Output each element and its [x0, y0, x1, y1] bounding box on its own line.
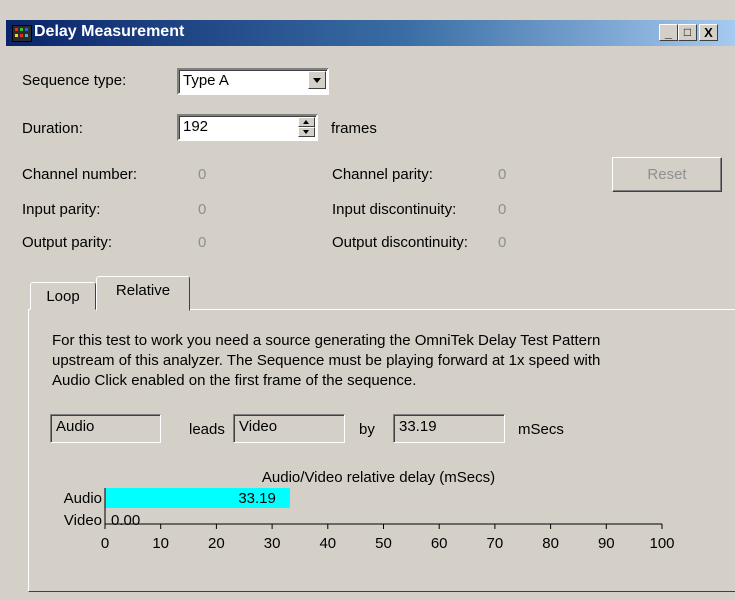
- output-parity-label: Output parity:: [22, 234, 113, 251]
- delay-measurement-window: Delay Measurement _ □ X Sequence type: T…: [0, 0, 735, 600]
- reset-button[interactable]: Reset: [612, 157, 722, 192]
- unit-label: mSecs: [518, 421, 564, 438]
- spin-up-icon[interactable]: [298, 117, 315, 127]
- sequence-type-label: Sequence type:: [22, 72, 127, 89]
- by-label: by: [359, 421, 375, 438]
- channel-parity-label: Channel parity:: [332, 166, 433, 183]
- input-parity-value: 0: [198, 201, 207, 218]
- output-discontinuity-label: Output discontinuity:: [332, 234, 468, 251]
- description-line: For this test to work you need a source …: [52, 332, 601, 349]
- duration-label: Duration:: [22, 120, 83, 137]
- spin-down-icon[interactable]: [298, 127, 315, 137]
- sequence-type-select[interactable]: Type A: [177, 68, 329, 95]
- tab-relative[interactable]: Relative: [96, 276, 190, 311]
- channel-number-value: 0: [198, 166, 207, 183]
- channel-parity-value: 0: [498, 166, 507, 183]
- delay-field: 33.19: [393, 414, 505, 443]
- duration-value: 192: [183, 118, 209, 135]
- leads-label: leads: [189, 421, 225, 438]
- chevron-down-icon[interactable]: [308, 71, 326, 89]
- leader-field: Audio: [50, 414, 161, 443]
- channel-number-label: Channel number:: [22, 166, 138, 183]
- tab-loop-label: Loop: [46, 288, 80, 305]
- app-icon: [12, 25, 32, 42]
- minimize-button[interactable]: _: [659, 24, 678, 41]
- sequence-type-value: Type A: [183, 72, 229, 89]
- close-button[interactable]: X: [699, 24, 718, 41]
- leader-value: Audio: [56, 418, 95, 435]
- window-title: Delay Measurement: [34, 23, 185, 40]
- delay-value: 33.19: [399, 418, 437, 435]
- input-parity-label: Input parity:: [22, 201, 101, 218]
- duration-input[interactable]: 192: [177, 114, 318, 141]
- tab-relative-label: Relative: [115, 282, 171, 299]
- input-discontinuity-value: 0: [498, 201, 507, 218]
- follower-value: Video: [239, 418, 278, 435]
- duration-unit: frames: [331, 120, 377, 137]
- relative-test-description: For this test to work you need a source …: [52, 331, 722, 391]
- tab-loop[interactable]: Loop: [30, 282, 96, 310]
- description-line: upstream of this analyzer. The Sequence …: [52, 352, 601, 369]
- maximize-button[interactable]: □: [678, 24, 697, 41]
- follower-field: Video: [233, 414, 345, 443]
- description-line: Audio Click enabled on the first frame o…: [52, 372, 417, 389]
- output-discontinuity-value: 0: [498, 234, 507, 251]
- output-parity-value: 0: [198, 234, 207, 251]
- title-bar[interactable]: Delay Measurement _ □ X: [6, 20, 735, 46]
- input-discontinuity-label: Input discontinuity:: [332, 201, 457, 218]
